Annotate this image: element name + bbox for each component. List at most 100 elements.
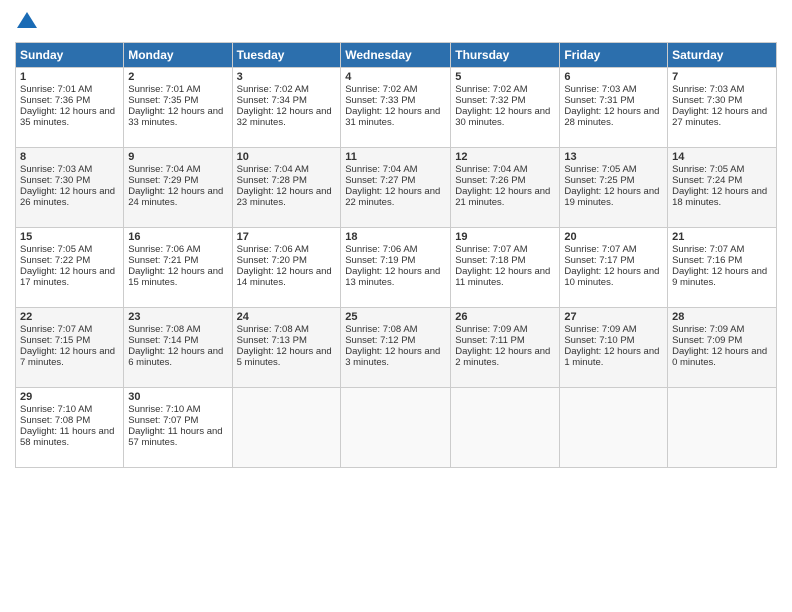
calendar-cell: 13Sunrise: 7:05 AMSunset: 7:25 PMDayligh… xyxy=(560,148,668,228)
day-number: 20 xyxy=(564,231,663,243)
sunset-text: Sunset: 7:20 PM xyxy=(237,255,307,266)
sunset-text: Sunset: 7:28 PM xyxy=(237,175,307,186)
calendar-cell: 2Sunrise: 7:01 AMSunset: 7:35 PMDaylight… xyxy=(124,68,232,148)
day-number: 1 xyxy=(20,71,119,83)
page: SundayMondayTuesdayWednesdayThursdayFrid… xyxy=(0,0,792,612)
day-number: 9 xyxy=(128,151,227,163)
sunrise-text: Sunrise: 7:07 AM xyxy=(564,244,636,255)
day-number: 13 xyxy=(564,151,663,163)
daylight-text: Daylight: 11 hours and 58 minutes. xyxy=(20,426,114,448)
calendar-week-2: 8Sunrise: 7:03 AMSunset: 7:30 PMDaylight… xyxy=(16,148,777,228)
daylight-text: Daylight: 12 hours and 18 minutes. xyxy=(672,186,767,208)
calendar-cell: 28Sunrise: 7:09 AMSunset: 7:09 PMDayligh… xyxy=(668,308,777,388)
daylight-text: Daylight: 12 hours and 9 minutes. xyxy=(672,266,767,288)
sunset-text: Sunset: 7:08 PM xyxy=(20,415,90,426)
daylight-text: Daylight: 12 hours and 27 minutes. xyxy=(672,106,767,128)
sunrise-text: Sunrise: 7:08 AM xyxy=(237,324,309,335)
sunset-text: Sunset: 7:18 PM xyxy=(455,255,525,266)
calendar-cell: 1Sunrise: 7:01 AMSunset: 7:36 PMDaylight… xyxy=(16,68,124,148)
sunset-text: Sunset: 7:12 PM xyxy=(345,335,415,346)
day-number: 3 xyxy=(237,71,337,83)
calendar-cell: 27Sunrise: 7:09 AMSunset: 7:10 PMDayligh… xyxy=(560,308,668,388)
daylight-text: Daylight: 12 hours and 2 minutes. xyxy=(455,346,550,368)
day-header-wednesday: Wednesday xyxy=(341,43,451,68)
calendar-cell: 18Sunrise: 7:06 AMSunset: 7:19 PMDayligh… xyxy=(341,228,451,308)
sunrise-text: Sunrise: 7:09 AM xyxy=(455,324,527,335)
day-number: 23 xyxy=(128,311,227,323)
calendar-cell: 22Sunrise: 7:07 AMSunset: 7:15 PMDayligh… xyxy=(16,308,124,388)
day-header-saturday: Saturday xyxy=(668,43,777,68)
daylight-text: Daylight: 12 hours and 17 minutes. xyxy=(20,266,115,288)
day-number: 29 xyxy=(20,391,119,403)
day-number: 15 xyxy=(20,231,119,243)
calendar-cell: 4Sunrise: 7:02 AMSunset: 7:33 PMDaylight… xyxy=(341,68,451,148)
sunset-text: Sunset: 7:09 PM xyxy=(672,335,742,346)
sunset-text: Sunset: 7:25 PM xyxy=(564,175,634,186)
day-number: 7 xyxy=(672,71,772,83)
daylight-text: Daylight: 12 hours and 10 minutes. xyxy=(564,266,659,288)
calendar-cell: 16Sunrise: 7:06 AMSunset: 7:21 PMDayligh… xyxy=(124,228,232,308)
sunrise-text: Sunrise: 7:08 AM xyxy=(345,324,417,335)
sunset-text: Sunset: 7:17 PM xyxy=(564,255,634,266)
calendar-cell: 9Sunrise: 7:04 AMSunset: 7:29 PMDaylight… xyxy=(124,148,232,228)
calendar-cell: 10Sunrise: 7:04 AMSunset: 7:28 PMDayligh… xyxy=(232,148,341,228)
sunrise-text: Sunrise: 7:01 AM xyxy=(128,84,200,95)
sunrise-text: Sunrise: 7:06 AM xyxy=(345,244,417,255)
sunset-text: Sunset: 7:07 PM xyxy=(128,415,198,426)
daylight-text: Daylight: 12 hours and 32 minutes. xyxy=(237,106,332,128)
calendar-cell: 19Sunrise: 7:07 AMSunset: 7:18 PMDayligh… xyxy=(451,228,560,308)
day-number: 28 xyxy=(672,311,772,323)
sunset-text: Sunset: 7:11 PM xyxy=(455,335,525,346)
sunset-text: Sunset: 7:29 PM xyxy=(128,175,198,186)
day-number: 14 xyxy=(672,151,772,163)
day-number: 5 xyxy=(455,71,555,83)
sunrise-text: Sunrise: 7:04 AM xyxy=(345,164,417,175)
calendar-week-1: 1Sunrise: 7:01 AMSunset: 7:36 PMDaylight… xyxy=(16,68,777,148)
calendar-cell: 6Sunrise: 7:03 AMSunset: 7:31 PMDaylight… xyxy=(560,68,668,148)
day-number: 8 xyxy=(20,151,119,163)
calendar-week-5: 29 Sunrise: 7:10 AM Sunset: 7:08 PMDayligh… xyxy=(16,388,777,468)
daylight-text: Daylight: 12 hours and 7 minutes. xyxy=(20,346,115,368)
daylight-text: Daylight: 12 hours and 6 minutes. xyxy=(128,346,223,368)
day-number: 2 xyxy=(128,71,227,83)
calendar-cell: 7Sunrise: 7:03 AMSunset: 7:30 PMDaylight… xyxy=(668,68,777,148)
calendar-cell xyxy=(451,388,560,468)
sunset-text: Sunset: 7:34 PM xyxy=(237,95,307,106)
sunrise-text: Sunrise: 7:01 AM xyxy=(20,84,92,95)
calendar-cell: 25Sunrise: 7:08 AMSunset: 7:12 PMDayligh… xyxy=(341,308,451,388)
sunrise-text: Sunrise: 7:04 AM xyxy=(455,164,527,175)
daylight-text: Daylight: 12 hours and 30 minutes. xyxy=(455,106,550,128)
sunrise-text: Sunrise: 7:06 AM xyxy=(128,244,200,255)
daylight-text: Daylight: 12 hours and 21 minutes. xyxy=(455,186,550,208)
day-number: 22 xyxy=(20,311,119,323)
sunrise-text: Sunrise: 7:04 AM xyxy=(128,164,200,175)
daylight-text: Daylight: 12 hours and 26 minutes. xyxy=(20,186,115,208)
sunset-text: Sunset: 7:21 PM xyxy=(128,255,198,266)
calendar-cell: 21Sunrise: 7:07 AMSunset: 7:16 PMDayligh… xyxy=(668,228,777,308)
daylight-text: Daylight: 12 hours and 13 minutes. xyxy=(345,266,440,288)
calendar-cell xyxy=(560,388,668,468)
sunrise-text: Sunrise: 7:05 AM xyxy=(672,164,744,175)
day-number: 16 xyxy=(128,231,227,243)
day-number: 24 xyxy=(237,311,337,323)
sunset-text: Sunset: 7:22 PM xyxy=(20,255,90,266)
daylight-text: Daylight: 12 hours and 19 minutes. xyxy=(564,186,659,208)
calendar-header-row: SundayMondayTuesdayWednesdayThursdayFrid… xyxy=(16,43,777,68)
daylight-text: Daylight: 12 hours and 22 minutes. xyxy=(345,186,440,208)
day-number: 11 xyxy=(345,151,446,163)
sunrise-text: Sunrise: 7:08 AM xyxy=(128,324,200,335)
sunrise-text: Sunrise: 7:05 AM xyxy=(564,164,636,175)
sunrise-text: Sunrise: 7:03 AM xyxy=(20,164,92,175)
calendar-cell: 3Sunrise: 7:02 AMSunset: 7:34 PMDaylight… xyxy=(232,68,341,148)
sunset-text: Sunset: 7:33 PM xyxy=(345,95,415,106)
daylight-text: Daylight: 12 hours and 14 minutes. xyxy=(237,266,332,288)
sunset-text: Sunset: 7:31 PM xyxy=(564,95,634,106)
sunrise-text: Sunrise: 7:07 AM xyxy=(455,244,527,255)
header xyxy=(15,10,777,34)
daylight-text: Daylight: 12 hours and 33 minutes. xyxy=(128,106,223,128)
calendar-cell: 17Sunrise: 7:06 AMSunset: 7:20 PMDayligh… xyxy=(232,228,341,308)
calendar-cell xyxy=(668,388,777,468)
sunrise-text: Sunrise: 7:10 AM xyxy=(128,404,200,415)
calendar-week-4: 22Sunrise: 7:07 AMSunset: 7:15 PMDayligh… xyxy=(16,308,777,388)
daylight-text: Daylight: 12 hours and 23 minutes. xyxy=(237,186,332,208)
